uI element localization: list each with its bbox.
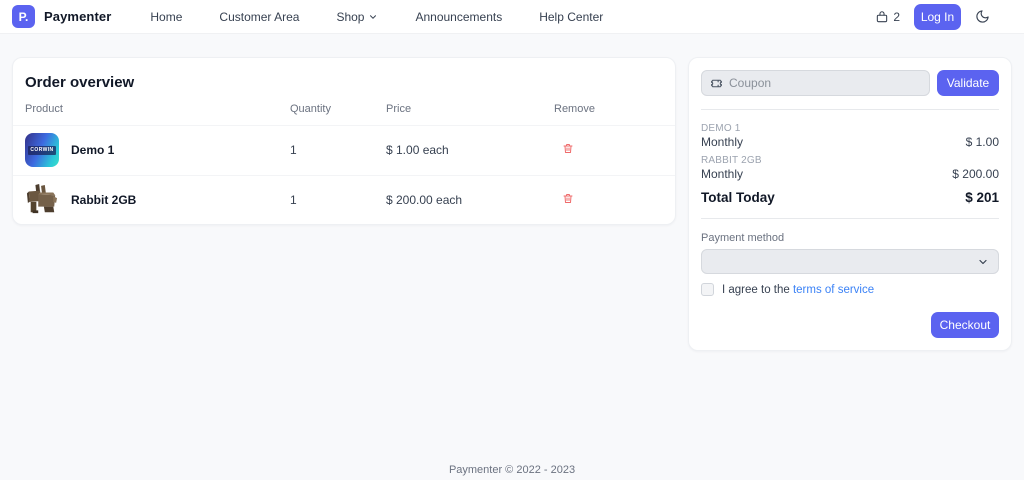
brand-logo-icon[interactable]: P.	[12, 5, 35, 28]
summary-item-line: Monthly $ 200.00	[701, 167, 999, 181]
summary-item-cycle: Monthly	[701, 167, 743, 181]
summary-item-name: RABBIT 2GB	[701, 155, 999, 166]
nav-item-shop[interactable]: Shop	[336, 10, 378, 24]
nav-item-help-center[interactable]: Help Center	[539, 10, 603, 24]
chevron-down-icon	[977, 256, 989, 268]
total-line: Total Today $ 201	[701, 190, 999, 205]
column-price: Price	[386, 103, 554, 115]
summary-item-price: $ 200.00	[952, 167, 999, 181]
remove-item-button[interactable]	[562, 192, 574, 205]
terms-checkbox[interactable]	[701, 283, 714, 296]
divider	[701, 218, 999, 219]
product-image-rabbit	[25, 183, 59, 217]
product-price: $ 200.00 each	[386, 193, 554, 207]
product-quantity: 1	[290, 193, 386, 207]
product-cell: CORWIN Demo 1	[25, 133, 290, 167]
product-image-label: CORWIN	[28, 146, 56, 155]
header-actions: 2 Log In	[875, 4, 1012, 30]
nav-item-announcements[interactable]: Announcements	[415, 10, 502, 24]
payment-method-label: Payment method	[701, 232, 999, 244]
coupon-input[interactable]	[729, 76, 921, 90]
column-quantity: Quantity	[290, 103, 386, 115]
checkout-summary-card: Validate DEMO 1 Monthly $ 1.00 RABBIT 2G…	[688, 57, 1012, 351]
product-name: Demo 1	[71, 143, 114, 157]
column-remove: Remove	[554, 103, 663, 115]
brand-name: Paymenter	[44, 9, 111, 24]
validate-coupon-button[interactable]: Validate	[937, 70, 999, 96]
agree-text: I agree to the terms of service	[722, 284, 874, 296]
summary-item-line: Monthly $ 1.00	[701, 135, 999, 149]
nav-item-customer-area[interactable]: Customer Area	[219, 10, 299, 24]
shopping-bag-icon	[875, 10, 889, 24]
main-nav: Home Customer Area Shop Announcements He…	[150, 10, 603, 24]
nav-item-home[interactable]: Home	[150, 10, 182, 24]
coupon-field-wrap	[701, 70, 930, 96]
checkout-row: Checkout	[701, 312, 999, 338]
table-row: Rabbit 2GB 1 $ 200.00 each	[13, 175, 675, 225]
total-value: $ 201	[965, 190, 999, 205]
order-summary: DEMO 1 Monthly $ 1.00 RABBIT 2GB Monthly…	[701, 123, 999, 205]
product-name: Rabbit 2GB	[71, 193, 136, 207]
total-label: Total Today	[701, 190, 775, 205]
coupon-row: Validate	[701, 70, 999, 96]
terms-agree-row: I agree to the terms of service	[701, 283, 999, 296]
order-overview-card: Order overview Product Quantity Price Re…	[12, 57, 676, 225]
product-image-demo1: CORWIN	[25, 133, 59, 167]
column-product: Product	[25, 103, 290, 115]
summary-item-cycle: Monthly	[701, 135, 743, 149]
top-navbar: P. Paymenter Home Customer Area Shop Ann…	[0, 0, 1024, 34]
product-cell: Rabbit 2GB	[25, 183, 290, 217]
order-table-header: Product Quantity Price Remove	[13, 103, 675, 125]
terms-of-service-link[interactable]: terms of service	[793, 284, 874, 296]
dark-mode-moon-icon[interactable]	[975, 9, 990, 24]
chevron-down-icon	[368, 12, 378, 22]
divider	[701, 109, 999, 110]
order-overview-title: Order overview	[13, 58, 675, 103]
table-row: CORWIN Demo 1 1 $ 1.00 each	[13, 125, 675, 175]
product-quantity: 1	[290, 143, 386, 157]
main-content: Order overview Product Quantity Price Re…	[0, 34, 1024, 351]
summary-item-name: DEMO 1	[701, 123, 999, 134]
cart-count: 2	[893, 10, 900, 24]
footer-copyright: Paymenter © 2022 - 2023	[0, 464, 1024, 476]
payment-method-select[interactable]	[701, 249, 999, 274]
remove-item-button[interactable]	[562, 142, 574, 155]
checkout-button[interactable]: Checkout	[931, 312, 999, 338]
login-button[interactable]: Log In	[914, 4, 961, 30]
cart-button[interactable]: 2	[875, 10, 900, 24]
trash-icon	[562, 192, 574, 205]
summary-item-price: $ 1.00	[966, 135, 999, 149]
product-price: $ 1.00 each	[386, 143, 554, 157]
trash-icon	[562, 142, 574, 155]
ticket-icon	[710, 77, 723, 90]
